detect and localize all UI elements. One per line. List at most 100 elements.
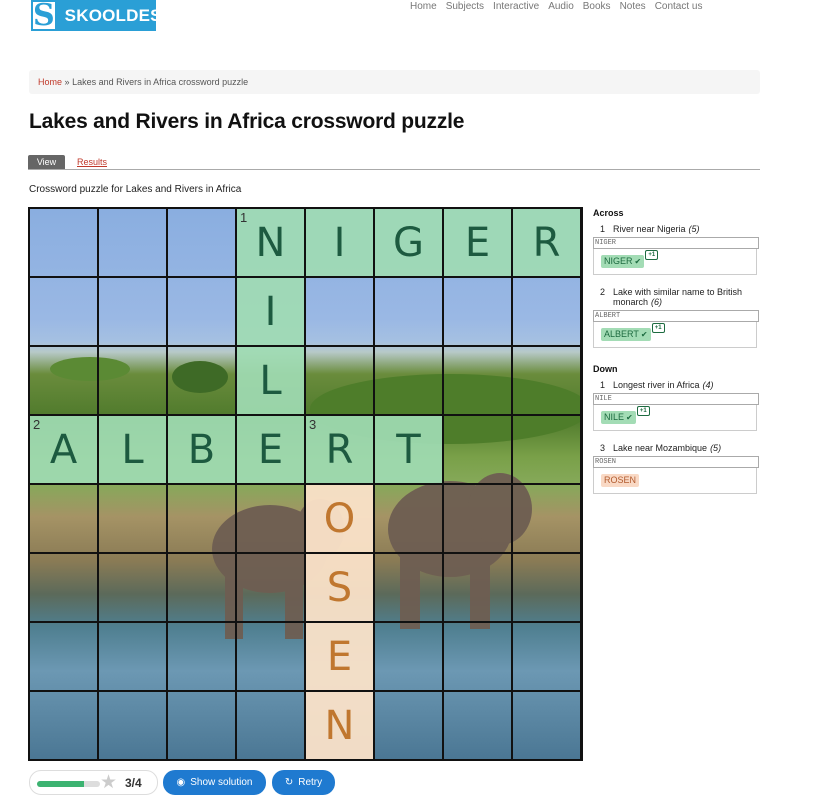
- clue-length: (5): [710, 443, 722, 453]
- clue-length: (5): [688, 224, 700, 234]
- crossword-cell[interactable]: O: [306, 485, 375, 554]
- nav-contact[interactable]: Contact us: [655, 0, 703, 14]
- cell-letter: I: [333, 220, 346, 266]
- answer-text: ROSEN: [604, 475, 637, 485]
- empty-cell: [168, 692, 237, 759]
- check-icon: ✔: [640, 330, 648, 339]
- score-text: 3/4: [125, 776, 142, 790]
- retry-icon: ↻: [284, 777, 294, 788]
- clues-panel: Across 1 River near Nigeria (5) NIGER NIGER ✔…: [593, 208, 763, 506]
- answer-pill: NILE ✔ +1: [601, 406, 650, 424]
- points-badge: +1: [651, 323, 665, 333]
- crossword-cell[interactable]: T: [375, 416, 444, 485]
- across-heading: Across: [593, 208, 624, 218]
- score-progress-fill: [37, 781, 85, 787]
- clue-answer-input[interactable]: NIGER: [593, 237, 759, 249]
- clue-length: (4): [702, 380, 714, 390]
- empty-cell: [513, 623, 581, 692]
- crossword-cell[interactable]: E: [306, 623, 375, 692]
- empty-cell: [513, 692, 581, 759]
- clue-item: 1 Longest river in Africa (4) NILE NILE ✔ +1: [593, 380, 763, 431]
- crossword-cell[interactable]: R: [513, 209, 581, 278]
- empty-cell: [30, 209, 99, 278]
- empty-cell: [168, 209, 237, 278]
- empty-cell: [237, 623, 306, 692]
- empty-cell: [30, 554, 99, 623]
- nav-interactive[interactable]: Interactive: [493, 0, 539, 14]
- logo-mark: S: [31, 0, 57, 33]
- crossword-cell[interactable]: L: [237, 347, 306, 416]
- show-solution-button[interactable]: ◉ Show solution: [163, 770, 266, 795]
- breadcrumb-home[interactable]: Home: [38, 77, 62, 87]
- cell-letter: L: [121, 427, 144, 473]
- crossword-cell[interactable]: 2A: [30, 416, 99, 485]
- cell-letter: E: [464, 220, 491, 266]
- empty-cell: [168, 485, 237, 554]
- cell-letter: I: [264, 289, 277, 335]
- clue-label: Lake with similar name to British monarc…: [613, 287, 763, 307]
- tab-results[interactable]: Results: [77, 155, 107, 169]
- crossword-cell[interactable]: 1N: [237, 209, 306, 278]
- site-logo[interactable]: S SKOOLDESK: [31, 0, 174, 33]
- cell-letter: E: [257, 427, 284, 473]
- clue-answer-feedback: ALBERT ✔ +1: [593, 322, 757, 348]
- nav-home[interactable]: Home: [410, 0, 437, 14]
- empty-cell: [168, 347, 237, 416]
- crossword-cell[interactable]: G: [375, 209, 444, 278]
- nav-audio[interactable]: Audio: [548, 0, 574, 14]
- empty-cell: [237, 692, 306, 759]
- answer-text: NILE: [604, 412, 625, 422]
- empty-cell: [99, 485, 168, 554]
- clue-text: Longest river in Africa: [613, 380, 700, 390]
- crossword-cell[interactable]: 3R: [306, 416, 375, 485]
- logo-text: SKOOLDESK: [64, 5, 175, 25]
- empty-cell: [513, 554, 581, 623]
- empty-cell: [30, 623, 99, 692]
- tab-view[interactable]: View: [28, 155, 65, 169]
- top-nav: Home Subjects Interactive Audio Books No…: [410, 0, 712, 14]
- empty-cell: [375, 692, 444, 759]
- nav-subjects[interactable]: Subjects: [446, 0, 484, 14]
- crossword-cell[interactable]: S: [306, 554, 375, 623]
- clue-label: Lake near Mozambique (5): [613, 443, 721, 453]
- clue-item: 1 River near Nigeria (5) NIGER NIGER ✔ +1: [593, 224, 763, 275]
- empty-cell: [513, 416, 581, 485]
- clue-text-row: 1 River near Nigeria (5): [593, 224, 763, 234]
- crossword-cell[interactable]: N: [306, 692, 375, 759]
- clue-number: 3: [600, 443, 606, 453]
- empty-cell: [444, 278, 513, 347]
- empty-cell: [99, 347, 168, 416]
- empty-cell: [30, 347, 99, 416]
- breadcrumb-separator: »: [64, 77, 70, 87]
- nav-notes[interactable]: Notes: [620, 0, 646, 14]
- crossword-cell[interactable]: E: [444, 209, 513, 278]
- empty-cell: [306, 278, 375, 347]
- retry-button[interactable]: ↻ Retry: [272, 770, 335, 795]
- empty-cell: [99, 209, 168, 278]
- crossword-cell[interactable]: L: [99, 416, 168, 485]
- empty-cell: [237, 554, 306, 623]
- clue-answer-input[interactable]: ROSEN: [593, 456, 759, 468]
- empty-cell: [30, 692, 99, 759]
- cell-letter: O: [323, 496, 356, 542]
- empty-cell: [513, 347, 581, 416]
- breadcrumb: Home » Lakes and Rivers in Africa crossw…: [29, 70, 760, 94]
- empty-cell: [375, 347, 444, 416]
- crossword-cell[interactable]: I: [237, 278, 306, 347]
- nav-books[interactable]: Books: [583, 0, 611, 14]
- cell-letter: B: [187, 427, 216, 473]
- crossword-cell[interactable]: B: [168, 416, 237, 485]
- points-badge: +1: [636, 406, 650, 416]
- clue-answer-input[interactable]: NILE: [593, 393, 759, 405]
- tab-bar: View Results: [28, 155, 760, 170]
- empty-cell: [30, 278, 99, 347]
- eye-icon: ◉: [176, 777, 186, 788]
- down-heading: Down: [593, 364, 618, 374]
- empty-cell: [168, 554, 237, 623]
- clue-number: 2: [600, 287, 606, 297]
- clue-answer-input[interactable]: ALBERT: [593, 310, 759, 322]
- empty-cell: [306, 347, 375, 416]
- crossword-cell[interactable]: I: [306, 209, 375, 278]
- clue-number: 1: [600, 380, 606, 390]
- crossword-cell[interactable]: E: [237, 416, 306, 485]
